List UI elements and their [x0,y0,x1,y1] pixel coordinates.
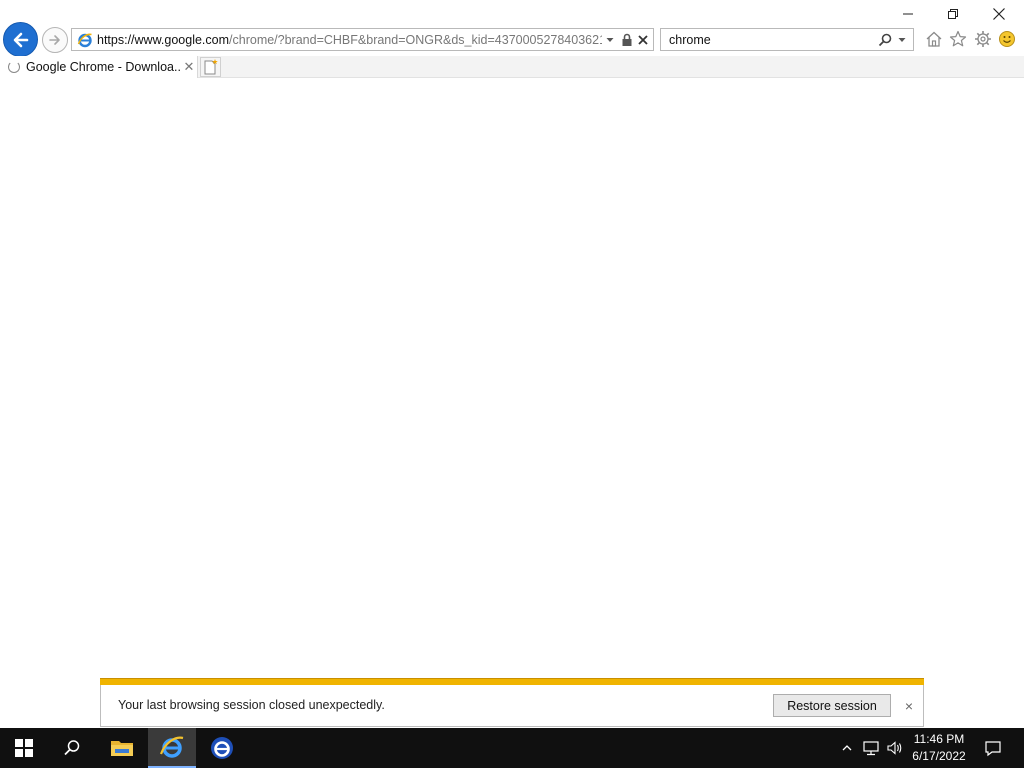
minimize-icon [903,13,913,15]
file-explorer-button[interactable] [98,728,146,768]
forward-button[interactable] [42,27,68,53]
chevron-up-icon [842,745,852,751]
internet-explorer-icon [77,33,92,48]
taskbar-search-button[interactable] [48,728,96,768]
page-content[interactable] [0,79,1024,678]
start-icon [15,739,33,757]
url-text[interactable]: https://www.google.com/chrome/?brand=CHB… [97,32,602,48]
feedback-smiley-icon[interactable] [997,29,1017,49]
notification-message: Your last browsing session closed unexpe… [118,698,385,712]
arrow-left-icon [13,32,28,47]
lock-icon[interactable] [620,32,634,48]
system-clock[interactable]: 11:46 PM 6/17/2022 [905,731,973,765]
chevron-down-icon[interactable] [896,34,908,46]
file-explorer-icon [111,741,133,756]
notification-icon [985,741,1001,757]
chevron-down-icon[interactable] [604,34,616,46]
volume-button[interactable] [884,728,906,768]
stop-icon[interactable] [635,32,651,48]
url-path: /chrome/?brand=CHBF&brand=ONGR&ds_kid=43… [229,33,602,47]
close-window-button[interactable] [976,0,1022,28]
internet-explorer-icon [159,736,184,758]
arrow-right-icon [49,35,60,45]
new-tab-button[interactable] [200,57,221,77]
navigation-bar: https://www.google.com/chrome/?brand=CHB… [0,0,1024,57]
back-button[interactable] [3,22,38,57]
favorites-star-icon[interactable] [948,29,968,49]
search-icon[interactable] [877,32,893,48]
close-tab-icon[interactable]: ✕ [182,59,196,75]
clock-time: 11:46 PM [913,732,965,746]
show-hidden-icons-button[interactable] [838,728,856,768]
new-tab-icon [204,59,218,75]
tab-title: Google Chrome - Downloa... [26,60,181,74]
search-input[interactable]: chrome [669,32,711,48]
tools-gear-icon[interactable] [973,29,993,49]
notification-accent [100,678,924,685]
minimize-button[interactable] [885,0,931,28]
home-icon[interactable] [924,29,944,49]
network-icon [863,741,879,756]
network-button[interactable] [860,728,882,768]
close-icon [993,8,1005,20]
internet-explorer-icon [211,737,233,759]
tab-google-chrome[interactable]: Google Chrome - Downloa... ✕ [0,56,198,78]
url-scheme: https:// [97,33,135,47]
search-box[interactable]: chrome [660,28,914,51]
volume-icon [887,741,902,755]
search-icon [64,740,80,756]
taskbar: 11:46 PM 6/17/2022 [0,728,1024,768]
action-center-button[interactable] [976,728,1010,768]
internet-explorer-taskbar-button-2[interactable] [198,728,246,768]
restore-button[interactable] [930,0,976,28]
url-domain: www.google.com [134,33,230,47]
internet-explorer-taskbar-button[interactable] [148,728,196,768]
address-bar[interactable]: https://www.google.com/chrome/?brand=CHB… [71,28,654,51]
clock-date: 6/17/2022 [912,749,966,763]
loading-spinner-icon [8,61,20,73]
tab-row: Google Chrome - Downloa... ✕ [0,56,1024,78]
restore-session-button[interactable]: Restore session [773,694,891,717]
restore-icon [948,9,958,19]
start-button[interactable] [0,728,48,768]
notification-bar: Your last browsing session closed unexpe… [100,678,924,727]
close-notification-icon[interactable]: × [901,698,917,714]
